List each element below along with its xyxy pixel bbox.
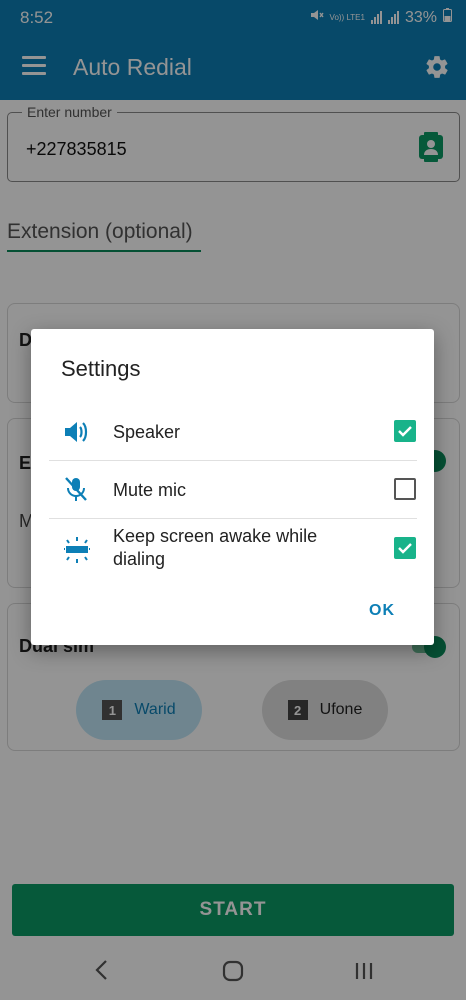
speaker-label: Speaker: [113, 422, 181, 442]
divider: [49, 518, 417, 519]
ok-button[interactable]: OK: [369, 602, 395, 620]
speaker-icon: [63, 419, 91, 450]
keep-awake-option-row[interactable]: Keep screen awake while dialing: [49, 525, 417, 581]
mute-mic-option-row[interactable]: Mute mic: [49, 467, 417, 511]
settings-dialog: Settings Speaker Mute mic Keep screen aw…: [31, 329, 434, 645]
mute-mic-label: Mute mic: [113, 480, 187, 500]
keep-awake-checkbox[interactable]: [394, 537, 416, 559]
speaker-option-row[interactable]: Speaker: [49, 409, 417, 453]
mic-off-icon: [63, 475, 89, 508]
keep-awake-label: Keep screen awake while dialing: [113, 526, 318, 569]
dialog-title: Settings: [61, 356, 141, 381]
screen-awake-icon: [63, 535, 91, 570]
mute-mic-checkbox[interactable]: [394, 478, 416, 500]
divider: [49, 460, 417, 461]
speaker-checkbox[interactable]: [394, 420, 416, 442]
